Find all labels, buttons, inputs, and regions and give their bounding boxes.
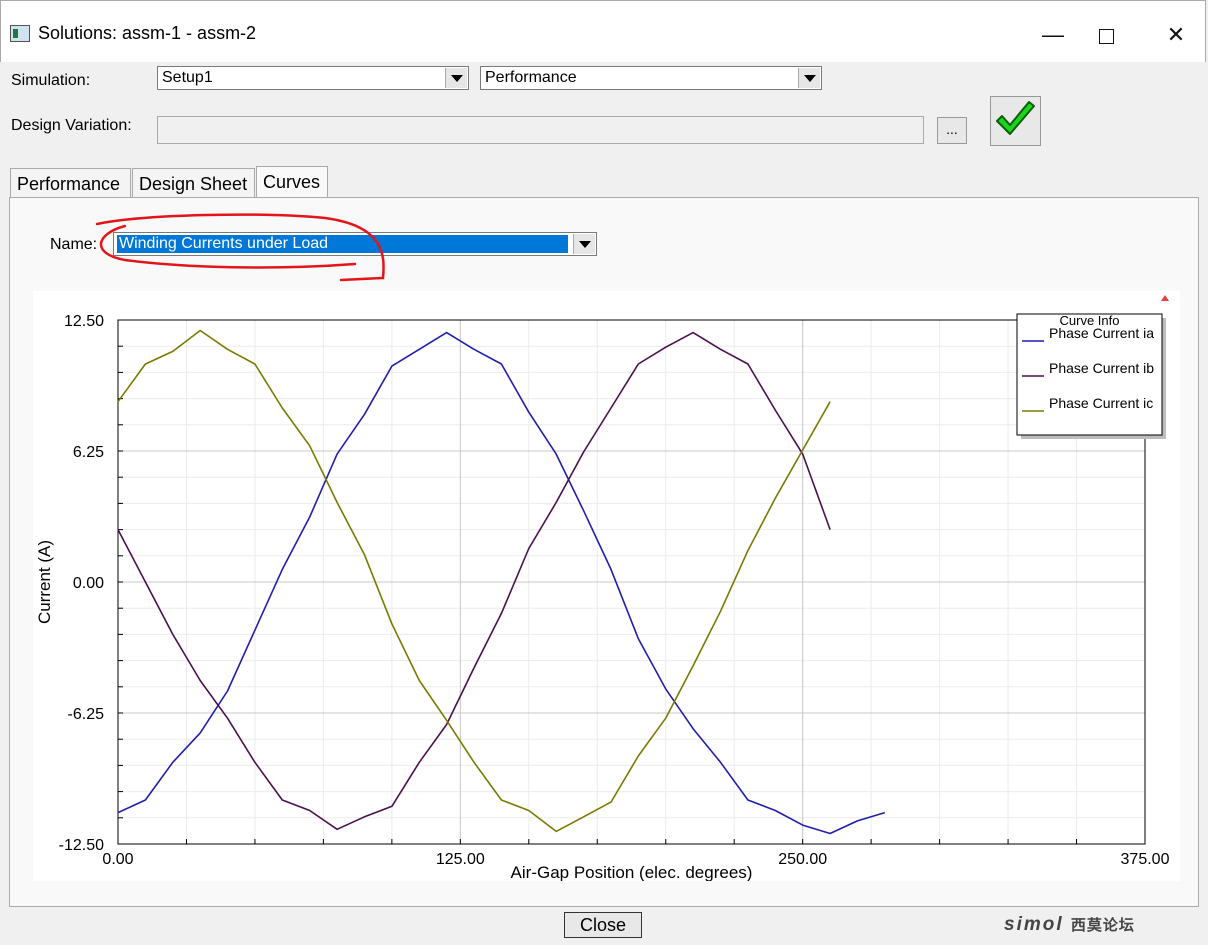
series-line	[117, 331, 886, 835]
minimize-icon[interactable]: —	[1030, 15, 1076, 55]
legend-entry: Phase Current ia	[1049, 325, 1154, 341]
design-variation-field	[157, 116, 924, 144]
chevron-down-icon[interactable]	[573, 234, 595, 254]
window-title: Solutions: assm-1 - assm-2	[38, 23, 257, 43]
legend-entry: Phase Current ic	[1049, 395, 1153, 411]
close-button[interactable]: Close	[564, 912, 642, 938]
line-chart: 0.00 125.00 250.00 375.00 12.50 6.25 0.00 -6.25…	[35, 295, 1170, 882]
watermark-logo: simol 西莫论坛	[1004, 914, 1135, 935]
plot-area: 0.00 125.00 250.00 375.00 12.50 6.25 0.00 -6.25…	[33, 291, 1180, 882]
title-bar: Solutions: assm-1 - assm-2 — ✕	[0, 0, 1206, 62]
y-tick-label: 6.25	[73, 444, 104, 461]
legend-entry: Phase Current ib	[1049, 360, 1154, 376]
tab-curves[interactable]: Curves	[256, 166, 328, 199]
y-tick-label: 12.50	[64, 313, 104, 330]
solution-type-dropdown[interactable]: Performance	[480, 66, 822, 90]
chevron-down-icon[interactable]	[798, 68, 820, 88]
red-annotation-circle	[95, 213, 385, 282]
x-tick-label: 0.00	[102, 851, 133, 868]
setup-dropdown[interactable]: Setup1	[157, 66, 469, 90]
x-axis-label: Air-Gap Position (elec. degrees)	[511, 863, 753, 881]
simulation-label: Simulation:	[11, 72, 91, 89]
setup-value: Setup1	[162, 69, 213, 86]
y-tick-label: 0.00	[73, 575, 104, 592]
tab-performance[interactable]: Performance	[10, 168, 131, 197]
apply-button[interactable]	[990, 96, 1041, 146]
y-tick-label: -6.25	[68, 706, 105, 723]
close-window-icon[interactable]: ✕	[1153, 15, 1199, 55]
tab-design-sheet[interactable]: Design Sheet	[132, 168, 255, 197]
x-tick-label: 125.00	[436, 851, 485, 868]
x-tick-label: 250.00	[778, 851, 827, 868]
chevron-down-icon[interactable]	[445, 68, 467, 88]
red-marker-icon	[1161, 295, 1169, 301]
app-icon	[10, 25, 30, 42]
series-line	[117, 329, 831, 833]
y-axis-label: Current (A)	[35, 540, 54, 624]
checkmark-icon	[996, 101, 1035, 135]
x-tick-label: 375.00	[1121, 851, 1170, 868]
design-variation-label: Design Variation:	[11, 117, 132, 134]
y-tick-label: -12.50	[59, 837, 104, 854]
browse-variation-button[interactable]: ...	[937, 117, 967, 144]
solution-type-value: Performance	[485, 69, 577, 86]
series-line	[117, 331, 831, 831]
maximize-icon[interactable]	[1083, 15, 1129, 55]
